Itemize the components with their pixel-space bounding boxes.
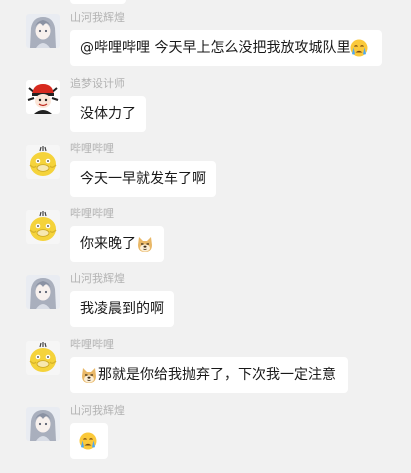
sob-icon: [79, 432, 97, 450]
anime-girl-avatar-icon[interactable]: [26, 407, 60, 441]
message-bubble[interactable]: 今天一早就发车了啊: [70, 161, 216, 197]
message-text: 今天一早就发车了啊: [80, 171, 206, 187]
chat-history[interactable]: 山河我辉煌 @哔哩哔哩 今天早上怎么没把我放攻城队里 追梦设计师 没体力了 哔哩…: [0, 0, 411, 466]
message-bubble[interactable]: 那就是你给我抛弃了，下次我一定注意: [70, 357, 348, 393]
message-bubble[interactable]: [70, 423, 108, 459]
chat-message: 哔哩哔哩 那就是你给我抛弃了，下次我一定注意: [0, 338, 411, 407]
message-text: 你来晚了: [80, 236, 136, 252]
sender-name[interactable]: 山河我辉煌: [70, 11, 125, 25]
psyduck-avatar-icon[interactable]: [26, 210, 60, 244]
chat-message: 哔哩哔哩 你来晚了: [0, 207, 411, 276]
psyduck-avatar-icon[interactable]: [26, 145, 60, 179]
sob-icon: [350, 39, 368, 57]
previous-message-bubble: [70, 0, 126, 4]
red-cap-character-avatar-icon[interactable]: [26, 80, 60, 114]
message-bubble[interactable]: 我凌晨到的啊: [70, 291, 174, 327]
chat-message: 山河我辉煌 我凌晨到的啊: [0, 272, 411, 341]
chat-message: 山河我辉煌: [0, 404, 411, 473]
psyduck-avatar-icon[interactable]: [26, 341, 60, 375]
message-bubble[interactable]: @哔哩哔哩 今天早上怎么没把我放攻城队里: [70, 30, 382, 66]
message-bubble[interactable]: 你来晚了: [70, 226, 164, 262]
chat-message: 山河我辉煌 @哔哩哔哩 今天早上怎么没把我放攻城队里: [0, 11, 411, 80]
anime-girl-avatar-icon[interactable]: [26, 275, 60, 309]
message-text: 我凌晨到的啊: [80, 301, 164, 317]
message-text: 没体力了: [80, 106, 136, 122]
doge-icon: [80, 366, 98, 384]
message-text: 那就是你给我抛弃了，下次我一定注意: [98, 367, 336, 383]
sender-name[interactable]: 哔哩哔哩: [70, 207, 114, 221]
doge-icon: [136, 235, 154, 253]
sender-name[interactable]: 追梦设计师: [70, 77, 125, 91]
chat-message: 追梦设计师 没体力了: [0, 77, 411, 146]
message-text: @哔哩哔哩 今天早上怎么没把我放攻城队里: [80, 40, 351, 56]
sender-name[interactable]: 哔哩哔哩: [70, 338, 114, 352]
sender-name[interactable]: 哔哩哔哩: [70, 142, 114, 156]
anime-girl-avatar-icon[interactable]: [26, 14, 60, 48]
sender-name[interactable]: 山河我辉煌: [70, 272, 125, 286]
sender-name[interactable]: 山河我辉煌: [70, 404, 125, 418]
message-bubble[interactable]: 没体力了: [70, 96, 146, 132]
chat-message: 哔哩哔哩 今天一早就发车了啊: [0, 142, 411, 211]
